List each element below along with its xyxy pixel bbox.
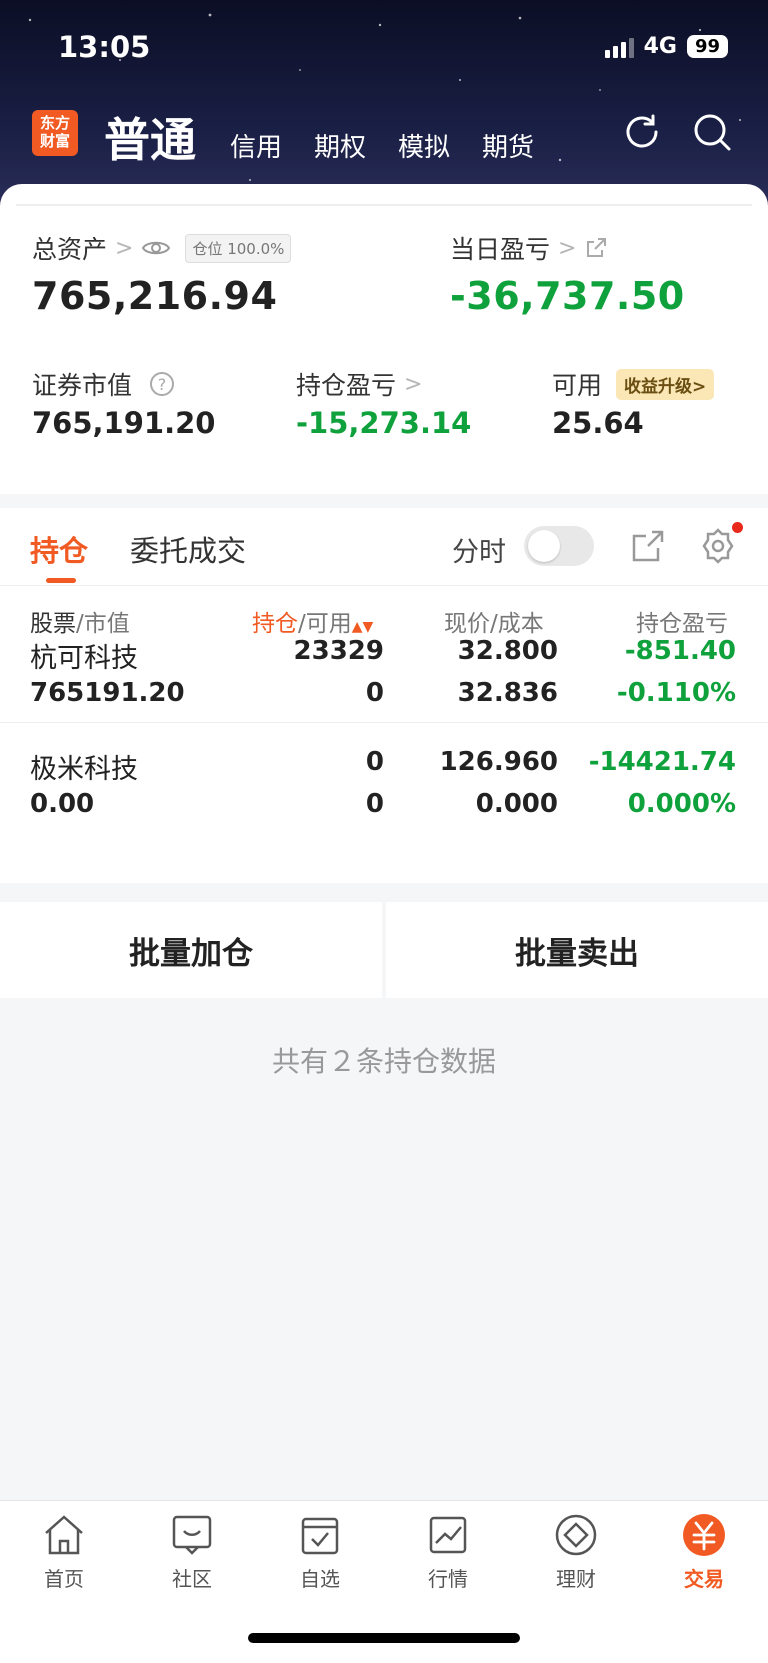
available-value: 25.64: [552, 406, 644, 440]
stock-market-value: 765191.20: [30, 678, 185, 708]
tab-holdings[interactable]: 持仓: [30, 528, 88, 570]
available-qty: 0: [365, 678, 384, 708]
account-type-tabs: 普通 信用 期权 模拟 期货: [104, 104, 534, 170]
battery-icon: 99: [686, 35, 728, 58]
daily-pl-row[interactable]: 当日盈亏 >: [450, 230, 608, 266]
stock-name: 杭可科技: [30, 643, 138, 674]
batch-add-button[interactable]: 批量加仓: [0, 902, 382, 998]
settings-gear-icon[interactable]: [698, 526, 738, 566]
total-assets-value: 765,216.94: [32, 274, 278, 318]
batch-actions: 批量加仓 批量卖出: [0, 902, 768, 998]
watchlist-icon: [301, 1517, 339, 1555]
available-qty: 0: [365, 789, 384, 819]
holding-pl-value: -15,273.14: [296, 406, 472, 440]
holding-qty: 0: [365, 747, 384, 777]
available-row: 可用 收益升级>: [552, 366, 715, 402]
home-icon: [45, 1515, 83, 1555]
holdings-tabs-bar: 持仓 委托成交 分时: [0, 508, 768, 586]
asset-summary-card: 总资产 > 仓位 100.0% 765,216.94 当日盈亏 > -36,73…: [0, 184, 768, 494]
search-icon[interactable]: [690, 110, 734, 154]
help-icon[interactable]: ?: [150, 372, 175, 396]
total-assets-label: 总资产: [32, 235, 108, 264]
market-value-row: 证券市值 ?: [32, 366, 175, 402]
current-price: 32.800: [457, 636, 558, 666]
holding-pl-percent: -0.110%: [616, 678, 736, 708]
market-icon: [429, 1516, 467, 1554]
stock-name: 极米科技: [30, 754, 138, 785]
status-indicators: 4G 99: [604, 34, 728, 59]
fenshi-label: 分时: [452, 537, 506, 568]
community-icon: [172, 1515, 212, 1555]
nav-market[interactable]: 行情: [398, 1511, 498, 1592]
trade-icon: [683, 1514, 725, 1556]
wealth-icon: [555, 1514, 597, 1556]
app-header: 13:05 4G 99 东方 财富 普通 信用 期权 模拟 期货: [0, 0, 768, 215]
holdings-count-text: 共有２条持仓数据: [271, 1045, 496, 1078]
refresh-icon[interactable]: [620, 110, 664, 154]
available-label: 可用: [552, 371, 603, 400]
position-ratio-badge: 仓位 100.0%: [185, 233, 292, 263]
holdings-table: 股票/市值 持仓/可用▲▼ 现价/成本 持仓盈亏 杭可科技 765191.20 …: [0, 586, 768, 883]
nav-home[interactable]: 首页: [14, 1511, 114, 1592]
app-logo: 东方 财富: [32, 110, 78, 156]
holding-qty: 23329: [293, 636, 384, 666]
cost-price: 32.836: [457, 678, 558, 708]
nav-trade[interactable]: 交易: [654, 1511, 754, 1592]
batch-sell-button[interactable]: 批量卖出: [386, 902, 768, 998]
home-indicator: [248, 1633, 520, 1643]
tab-futures[interactable]: 期货: [482, 127, 534, 164]
nav-community[interactable]: 社区: [142, 1511, 242, 1592]
eye-icon[interactable]: [141, 238, 171, 258]
holding-pl-row[interactable]: 持仓盈亏 >: [296, 366, 422, 402]
status-time: 13:05: [58, 30, 151, 64]
share-icon[interactable]: [584, 236, 608, 260]
nav-wealth[interactable]: 理财: [526, 1511, 626, 1592]
current-price: 126.960: [439, 747, 558, 777]
tab-options[interactable]: 期权: [314, 127, 366, 164]
market-value-value: 765,191.20: [32, 406, 216, 440]
tab-normal[interactable]: 普通: [104, 104, 196, 170]
tab-orders[interactable]: 委托成交: [130, 528, 246, 570]
total-assets-row[interactable]: 总资产 > 仓位 100.0%: [32, 230, 292, 266]
nav-watchlist[interactable]: 自选: [270, 1511, 370, 1592]
daily-pl-value: -36,737.50: [450, 274, 685, 318]
chevron-right-icon: >: [558, 235, 577, 261]
holding-pl: -851.40: [624, 636, 736, 666]
fenshi-toggle[interactable]: [524, 526, 594, 566]
holding-pl: -14421.74: [588, 747, 736, 777]
tab-simulation[interactable]: 模拟: [398, 127, 450, 164]
active-tab-indicator: [46, 578, 76, 583]
daily-pl-label: 当日盈亏: [450, 235, 551, 264]
notification-dot: [732, 522, 743, 533]
cost-price: 0.000: [475, 789, 558, 819]
network-type: 4G: [643, 34, 677, 59]
holding-pl-percent: 0.000%: [627, 789, 736, 819]
share-icon[interactable]: [628, 526, 668, 566]
table-row[interactable]: 极米科技 0.00 0 0 126.960 0.000 -14421.74 0.…: [0, 722, 768, 834]
chevron-right-icon: >: [115, 235, 134, 261]
chevron-right-icon: >: [404, 371, 423, 397]
market-value-label: 证券市值: [32, 371, 133, 400]
holding-pl-label: 持仓盈亏: [296, 371, 397, 400]
tab-credit[interactable]: 信用: [230, 127, 282, 164]
signal-icon: [604, 36, 634, 58]
upgrade-badge[interactable]: 收益升级>: [616, 368, 715, 400]
stock-market-value: 0.00: [30, 789, 95, 819]
